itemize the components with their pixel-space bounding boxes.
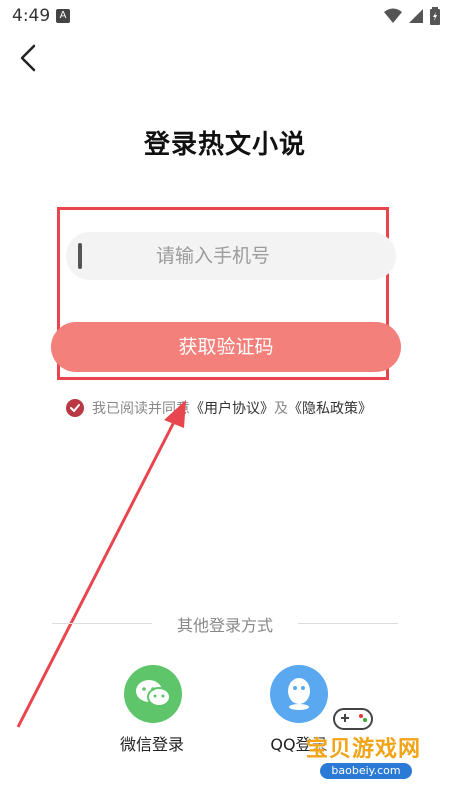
battery-icon <box>430 7 440 25</box>
checkmark-icon <box>70 404 80 412</box>
agreement-row: 我已阅读并同意 《用户协议》 及 《隐私政策》 <box>66 398 372 418</box>
wifi-icon <box>384 8 402 23</box>
signal-icon <box>409 9 423 23</box>
page-title: 登录热文小说 <box>143 130 306 160</box>
phone-field[interactable] <box>66 232 398 280</box>
wechat-login-label: 微信登录 <box>119 735 184 754</box>
phone-icon <box>78 243 82 269</box>
user-agreement-link[interactable]: 《用户协议》 <box>190 398 274 418</box>
chevron-left-icon <box>20 44 36 72</box>
privacy-policy-link[interactable]: 《隐私政策》 <box>288 398 372 418</box>
back-button[interactable] <box>14 40 50 76</box>
gamepad-icon <box>333 708 373 730</box>
notification-icon: A <box>56 9 70 23</box>
other-login-label: 其他登录方式 <box>176 616 273 635</box>
agreement-checkbox[interactable] <box>66 399 84 417</box>
agreement-connector: 及 <box>274 401 288 417</box>
watermark-title: 宝贝游戏网 <box>306 737 422 762</box>
wechat-icon <box>136 680 171 707</box>
status-time: 4:49 <box>12 6 51 26</box>
agreement-text: 我已阅读并同意 <box>92 401 190 417</box>
wechat-login-button[interactable] <box>124 665 182 723</box>
get-code-button[interactable]: 获取验证码 <box>51 322 401 372</box>
system-icons <box>384 6 440 26</box>
phone-input[interactable] <box>154 244 398 268</box>
watermark-logo: 宝贝游戏网 baobeiy.com <box>300 703 445 793</box>
watermark-url: baobeiy.com <box>320 763 412 779</box>
status-bar: 4:49 A <box>0 0 450 32</box>
